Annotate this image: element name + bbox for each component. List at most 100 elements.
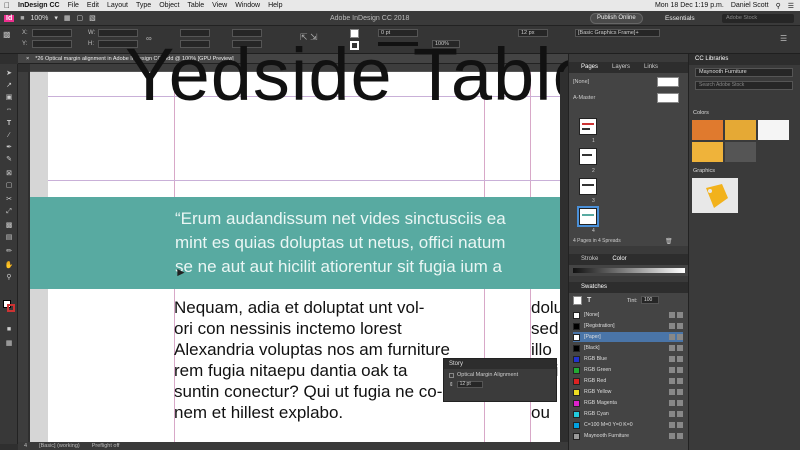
pull-quote-text[interactable]: “Erum audandissum net vides sinctusciis … <box>175 207 560 279</box>
graphics-section-label[interactable]: Graphics <box>693 168 715 174</box>
rectangle-tool-icon[interactable]: ▢ <box>4 182 14 190</box>
publish-online-button[interactable]: Publish Online <box>590 13 643 24</box>
line-tool-icon[interactable]: ∕ <box>4 132 14 140</box>
view-options-icon[interactable]: ▦ <box>64 14 71 22</box>
swatch-row[interactable]: RGB Magenta <box>573 398 683 408</box>
apple-icon[interactable]:  <box>4 1 10 10</box>
fill-swatch[interactable] <box>573 296 582 305</box>
story-panel-title[interactable]: Story <box>444 359 556 369</box>
tab-layers[interactable]: Layers <box>612 62 630 73</box>
stroke-color-icon[interactable] <box>7 304 15 312</box>
direct-selection-tool-icon[interactable]: ↗ <box>4 82 14 90</box>
tab-pages[interactable]: Pages <box>581 62 598 73</box>
page-thumbnail[interactable] <box>579 178 597 195</box>
hand-tool-icon[interactable]: ✋ <box>4 262 14 270</box>
page-thumbnail[interactable] <box>579 118 597 135</box>
optical-margin-size-field[interactable]: 12 pt <box>456 381 483 388</box>
arrange-icon[interactable]: ▧ <box>89 14 96 22</box>
swatch-row[interactable]: [None] <box>573 310 683 320</box>
user-name[interactable]: Daniel Scott <box>731 2 769 10</box>
optical-margin-checkbox[interactable] <box>449 372 454 378</box>
swatch-row[interactable]: [Black] <box>573 343 683 353</box>
page-number-label: 4 <box>592 228 595 234</box>
reference-point-icon[interactable]: ▩ <box>3 30 11 39</box>
library-color-chip[interactable] <box>725 142 756 162</box>
swatch-row[interactable]: [Registration] <box>573 321 683 331</box>
menu-list-icon[interactable]: ☰ <box>788 2 794 10</box>
note-tool-icon[interactable]: ▤ <box>4 234 14 242</box>
swatch-row[interactable]: C=100 M=0 Y=0 K=0 <box>573 420 683 430</box>
library-color-chip[interactable] <box>692 142 723 162</box>
normal-mode-icon[interactable]: ▦ <box>4 340 14 348</box>
zoom-level[interactable]: 100% <box>30 15 48 22</box>
menu-object[interactable]: Object <box>159 2 179 9</box>
tint-field[interactable]: 100 <box>641 296 659 304</box>
page-thumbnail[interactable] <box>579 148 597 165</box>
library-color-chip[interactable] <box>758 120 789 140</box>
search-icon[interactable]: ⚲ <box>776 2 781 10</box>
text-format-icon[interactable]: T <box>587 297 591 304</box>
swatch-row[interactable]: RGB Blue <box>573 354 683 364</box>
trash-icon[interactable]: 🗑 <box>665 238 673 245</box>
chevron-down-icon[interactable]: ▾ <box>54 14 58 22</box>
tab-stroke[interactable]: Stroke <box>581 254 598 265</box>
swatch-row[interactable]: RGB Yellow <box>573 387 683 397</box>
library-graphic-thumbnail[interactable] <box>692 178 738 213</box>
gap-tool-icon[interactable]: ⇔ <box>4 106 14 114</box>
menu-help[interactable]: Help <box>268 2 282 9</box>
workspace-style[interactable]: [Basic] (working) <box>39 442 80 450</box>
library-select[interactable]: Maynooth Furniture <box>695 68 793 77</box>
page-number-field[interactable]: 4 <box>24 442 27 450</box>
vertical-ruler[interactable] <box>18 72 28 442</box>
pencil-tool-icon[interactable]: ✎ <box>4 156 14 164</box>
tab-links[interactable]: Links <box>644 62 658 73</box>
preflight-status[interactable]: Preflight off <box>92 442 120 450</box>
workspace-switcher[interactable]: Essentials <box>665 15 695 22</box>
library-color-chip[interactable] <box>692 120 723 140</box>
swatch-row[interactable]: RGB Red <box>573 376 683 386</box>
page-title-heading[interactable]: Yedside Table <box>125 32 595 117</box>
colors-section-label[interactable]: Colors <box>693 110 709 116</box>
menu-file[interactable]: File <box>68 2 79 9</box>
swatches-title[interactable]: Swatches <box>581 282 607 293</box>
close-icon[interactable]: × <box>26 56 29 62</box>
free-transform-tool-icon[interactable]: ⤢ <box>4 208 14 216</box>
swatch-row[interactable]: [Paper] <box>573 332 683 342</box>
y-field[interactable] <box>32 40 72 48</box>
pen-tool-icon[interactable]: ✒ <box>4 144 14 152</box>
menu-app-name[interactable]: InDesign CC <box>18 2 60 9</box>
stock-search-input[interactable]: Adobe Stock <box>722 14 794 23</box>
menu-window[interactable]: Window <box>235 2 260 9</box>
library-color-chip[interactable] <box>725 120 756 140</box>
stock-search-field[interactable]: Search Adobe Stock <box>695 81 793 90</box>
rectangle-frame-tool-icon[interactable]: ⊠ <box>4 170 14 178</box>
menu-table[interactable]: Table <box>187 2 204 9</box>
type-tool-icon[interactable]: T <box>4 120 14 128</box>
page-thumbnail-selected[interactable] <box>577 206 599 227</box>
swatch-row[interactable]: Maynooth Furniture <box>573 431 683 441</box>
cc-libraries-title[interactable]: CC Libraries <box>689 54 800 65</box>
menu-type[interactable]: Type <box>136 2 151 9</box>
menu-edit[interactable]: Edit <box>87 2 99 9</box>
screen-mode-icon[interactable]: ▢ <box>77 14 84 22</box>
tab-color[interactable]: Color <box>612 254 626 265</box>
none-master-row[interactable]: [None] <box>573 77 683 87</box>
gradient-tool-icon[interactable]: ▩ <box>4 222 14 230</box>
apply-color-icon[interactable]: ■ <box>4 326 14 334</box>
control-menu-icon[interactable]: ☰ <box>780 34 787 43</box>
swatch-row[interactable]: RGB Green <box>573 365 683 375</box>
color-mode-icon <box>677 400 683 406</box>
eyedropper-tool-icon[interactable]: ✏ <box>4 248 14 256</box>
selection-tool-icon[interactable]: ➤ <box>4 70 14 78</box>
menu-view[interactable]: View <box>212 2 227 9</box>
zoom-tool-icon[interactable]: ⚲ <box>4 274 14 282</box>
menu-layout[interactable]: Layout <box>107 2 128 9</box>
x-field[interactable] <box>32 29 72 37</box>
color-ramp[interactable] <box>573 268 685 273</box>
scissors-tool-icon[interactable]: ✂ <box>4 196 14 204</box>
vertical-scrollbar[interactable] <box>560 72 568 442</box>
page-tool-icon[interactable]: ▣ <box>4 94 14 102</box>
bridge-icon[interactable]: ■ <box>20 15 24 22</box>
swatch-row[interactable]: RGB Cyan <box>573 409 683 419</box>
a-master-row[interactable]: A-Master <box>573 93 683 103</box>
